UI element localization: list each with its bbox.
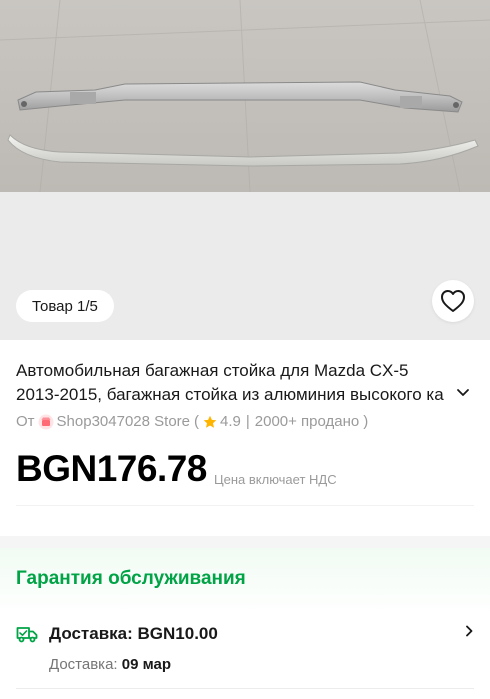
store-prefix: От (16, 413, 35, 430)
separator: | (245, 413, 250, 430)
chevron-right-icon[interactable] (462, 624, 476, 638)
store-rating: 4.9 (220, 413, 241, 430)
heart-outline-icon (441, 290, 465, 312)
divider (16, 505, 474, 506)
service-guarantee-title: Гарантия обслуживания (16, 568, 246, 589)
delivery-date: Доставка: 09 мар (49, 656, 171, 673)
product-image[interactable] (0, 0, 490, 192)
delivery-date-value: 09 мар (121, 656, 172, 673)
rating-close: ) (363, 413, 369, 430)
rating-open: ( (194, 413, 199, 430)
delivery-cost[interactable]: Доставка: BGN10.00 (49, 624, 218, 644)
store-name[interactable]: Shop3047028 Store (57, 413, 190, 430)
tax-note: Цена включает НДС (214, 472, 337, 487)
service-guarantee-section: Гарантия обслуживания Доставка: BGN10.00… (0, 548, 490, 699)
product-gallery[interactable]: Товар 1/5 (0, 0, 490, 340)
store-line[interactable]: От Shop3047028 Store ( 4.9 | 2000+ прода… (16, 413, 368, 430)
chevron-down-icon[interactable] (455, 384, 471, 400)
product-title[interactable]: Автомобильная багажная стойка для Mazda … (16, 359, 456, 407)
image-counter: Товар 1/5 (16, 290, 114, 322)
sold-count: 2000+ продано (254, 413, 360, 430)
product-price: BGN176.78 (16, 448, 207, 489)
divider (16, 688, 474, 689)
delivery-date-label: Доставка: (49, 656, 118, 673)
product-info: Автомобильная багажная стойка для Mazda … (0, 340, 490, 536)
star-icon (203, 415, 217, 428)
favorite-button[interactable] (432, 280, 474, 322)
store-badge-icon (38, 414, 54, 429)
section-gap (0, 536, 490, 548)
truck-icon (16, 627, 38, 643)
